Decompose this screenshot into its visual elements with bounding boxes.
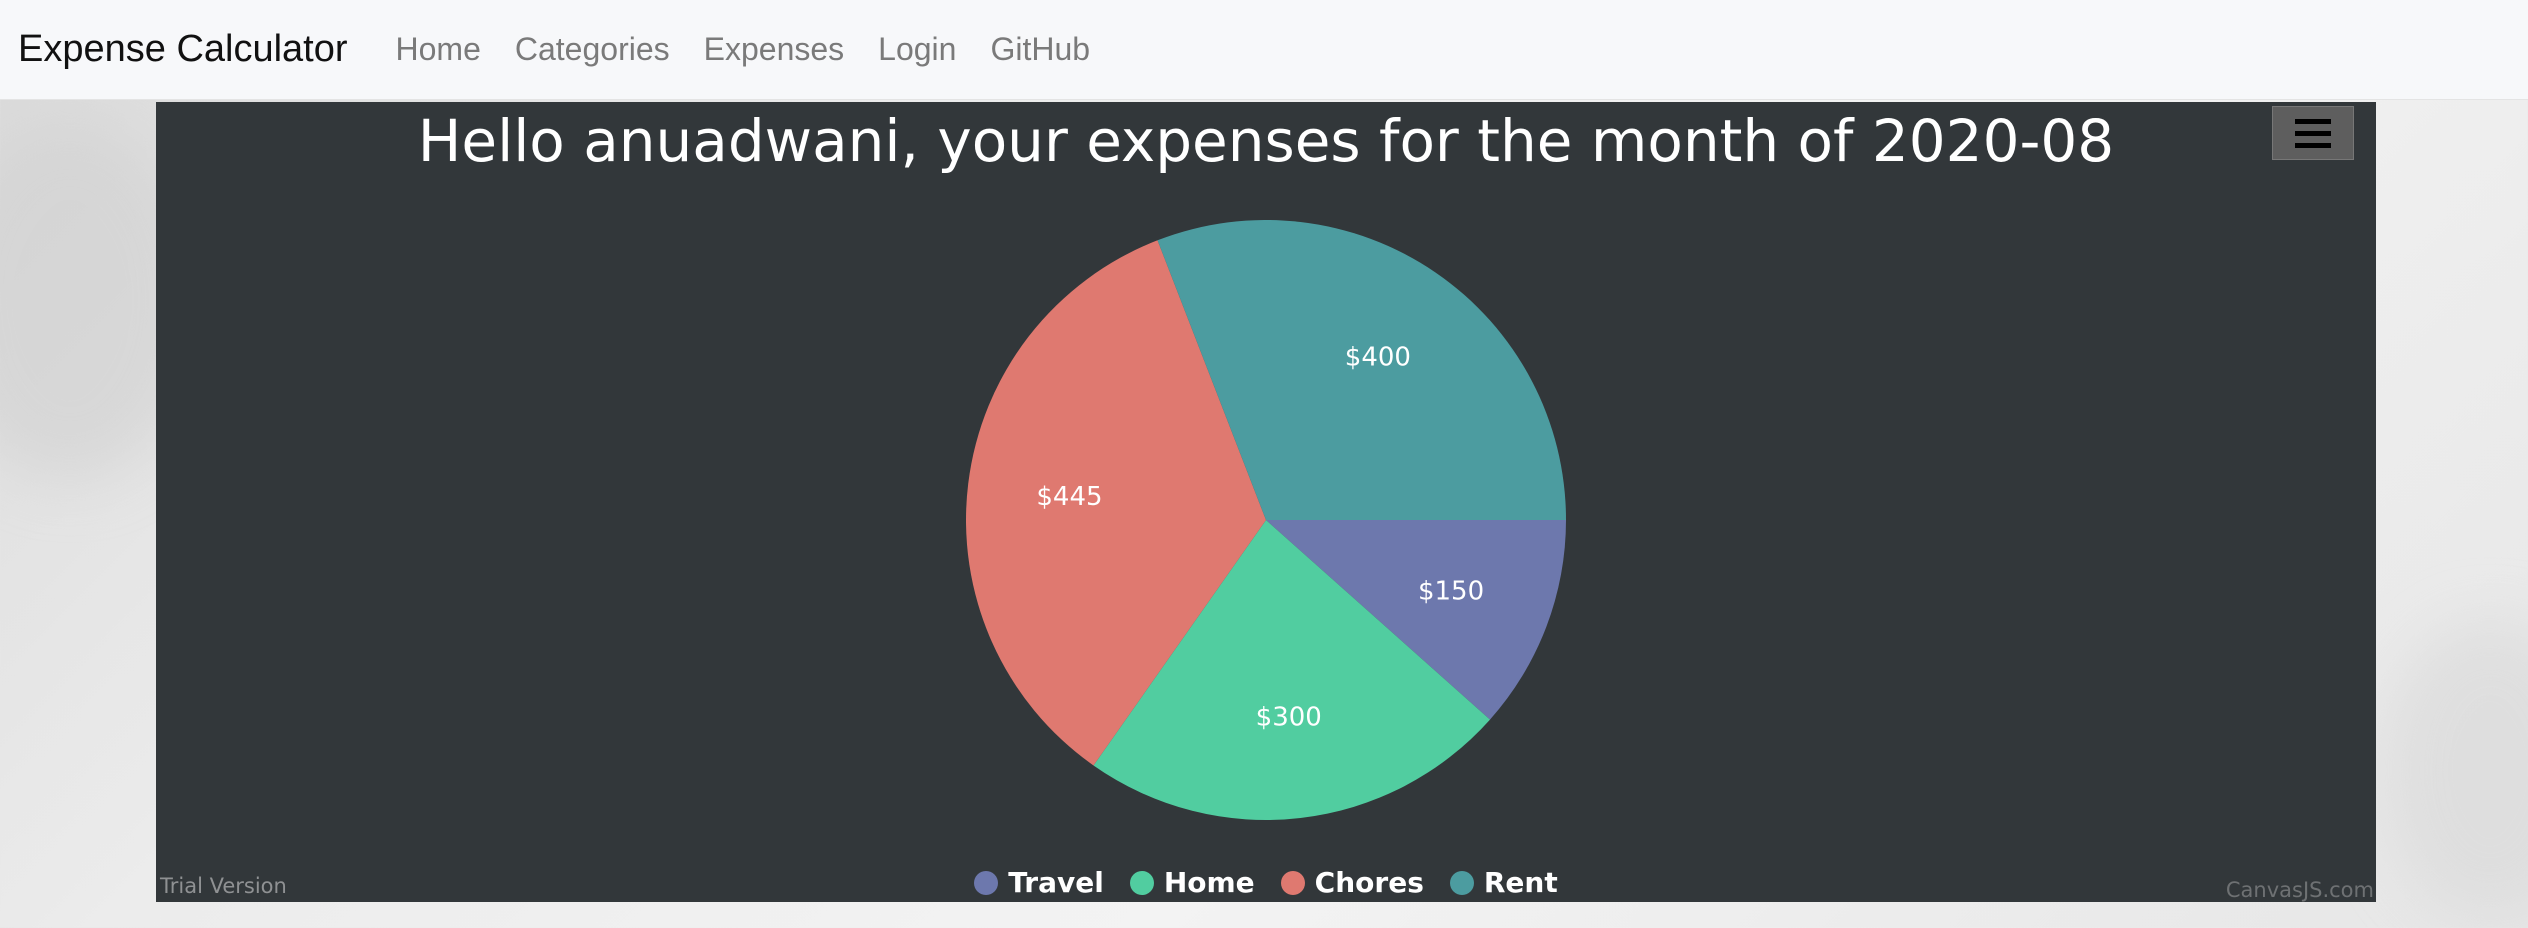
trial-version-label: Trial Version [160,874,287,898]
legend-label: Home [1163,866,1255,899]
hamburger-menu-icon[interactable] [2272,106,2354,160]
chart-legend: Travel Home Chores Rent [156,866,2376,899]
slice-label-chores: $445 [1036,482,1102,512]
navbar: Expense Calculator Home Categories Expen… [0,0,2528,100]
slice-label-rent: $400 [1345,343,1411,373]
nav-link-categories[interactable]: Categories [515,31,670,68]
chart-title: Hello anuadwani, your expenses for the m… [417,107,2115,175]
slice-label-travel: $150 [1418,576,1484,606]
nav-link-login[interactable]: Login [878,31,956,68]
legend-marker-icon [1129,870,1154,895]
expense-chart-panel: $150 $300 $445 $400 Hello anuadwani, your e… [156,102,2376,902]
legend-item-travel[interactable]: Travel [974,866,1104,899]
legend-item-rent[interactable]: Rent [1449,866,1558,899]
nav-link-github[interactable]: GitHub [990,31,1090,68]
canvasjs-credit-link[interactable]: CanvasJS.com [2226,878,2374,902]
legend-marker-icon [1280,870,1305,895]
pie-chart: $150 $300 $445 $400 [965,220,1566,820]
legend-marker-icon [1449,870,1474,895]
legend-item-chores[interactable]: Chores [1280,866,1424,899]
brand-link[interactable]: Expense Calculator [18,28,348,71]
nav-link-home[interactable]: Home [396,31,481,68]
background-blur [2380,620,2528,920]
legend-label: Travel [1008,866,1104,899]
legend-label: Chores [1314,866,1424,899]
nav-link-expenses[interactable]: Expenses [704,31,845,68]
slice-label-home: $300 [1256,703,1322,733]
legend-item-home[interactable]: Home [1129,866,1255,899]
legend-marker-icon [974,870,999,895]
legend-label: Rent [1483,866,1558,899]
